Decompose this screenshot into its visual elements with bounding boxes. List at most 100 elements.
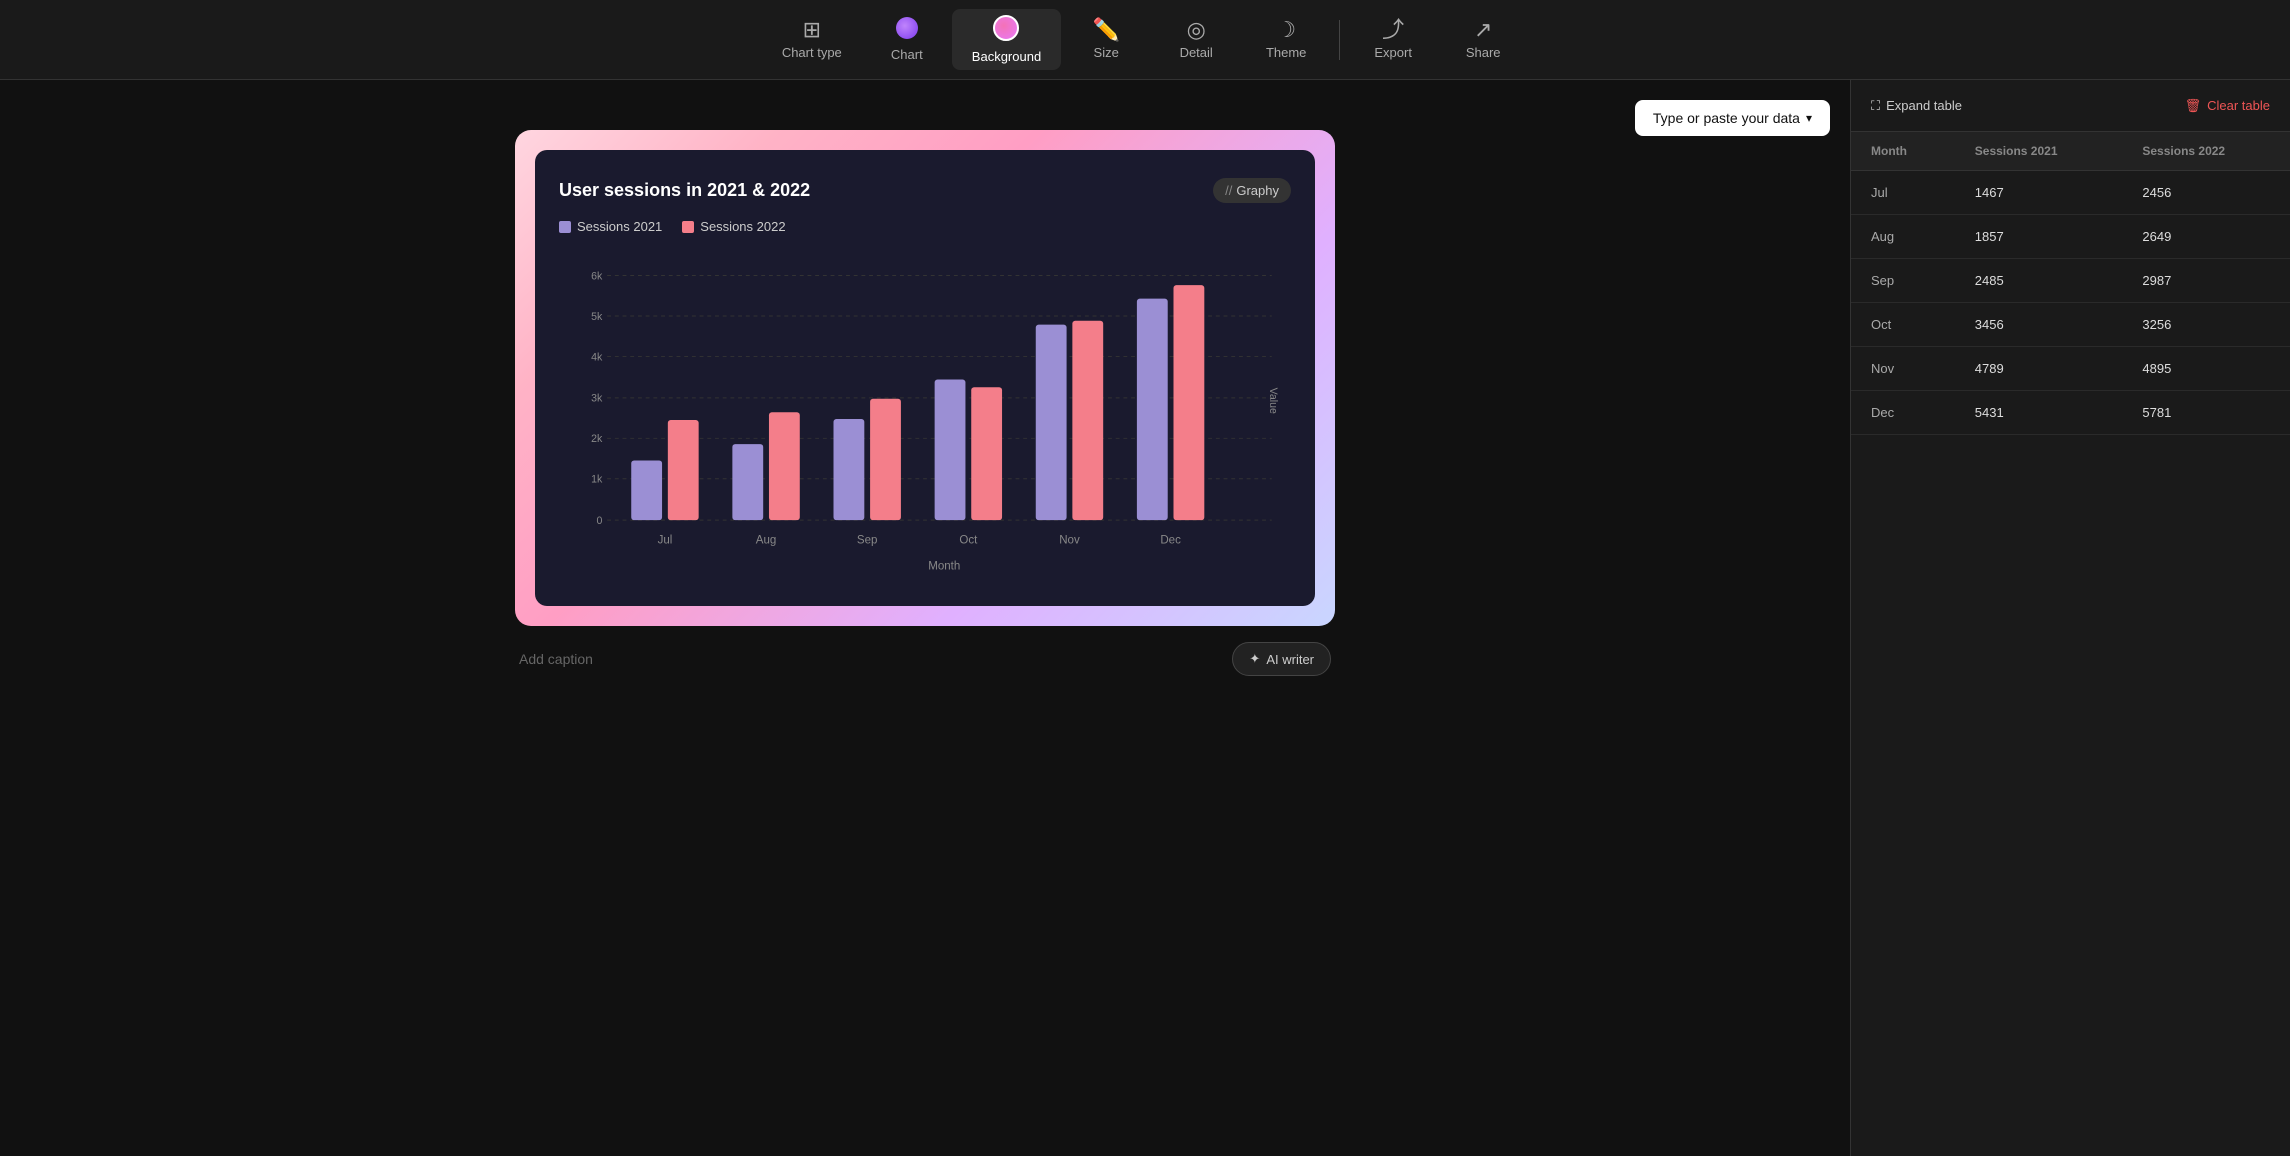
chart-outer-container: User sessions in 2021 & 2022 Graphy Sess… [515,130,1335,626]
toolbar-share-label: Share [1466,45,1501,60]
toolbar-size-label: Size [1094,45,1119,60]
eye-icon: ◎ [1187,19,1206,41]
legend-label-2022: Sessions 2022 [700,219,785,234]
cell-month-2: Sep [1851,259,1955,303]
table-row: Dec 5431 5781 [1851,391,2290,435]
toolbar-theme[interactable]: ☽ Theme [1241,13,1331,66]
x-label-jul: Jul [658,534,673,546]
table-row: Sep 2485 2987 [1851,259,2290,303]
cell-month-1: Aug [1851,215,1955,259]
ai-writer-button[interactable]: ✦ AI writer [1232,642,1331,676]
cell-sessions2021-2: 2485 [1955,259,2123,303]
legend-dot-2021 [559,221,571,233]
bar-oct-2021 [935,380,966,521]
toolbar-theme-label: Theme [1266,45,1306,60]
bar-sep-2021 [834,419,865,520]
table-header-row: Month Sessions 2021 Sessions 2022 [1851,132,2290,171]
cell-month-4: Nov [1851,347,1955,391]
chart-legend: Sessions 2021 Sessions 2022 [559,219,1291,234]
circle-purple-icon [896,17,918,43]
table-row: Nov 4789 4895 [1851,347,2290,391]
col-sessions-2021: Sessions 2021 [1955,132,2123,171]
x-label-aug: Aug [756,534,777,546]
x-label-oct: Oct [959,534,978,546]
bar-aug-2021 [732,444,763,520]
x-label-nov: Nov [1059,534,1080,546]
chart-title: User sessions in 2021 & 2022 [559,180,810,201]
toolbar-chart-type[interactable]: ⊞ Chart type [762,13,862,66]
svg-text:6k: 6k [591,270,603,282]
col-sessions-2022: Sessions 2022 [2122,132,2290,171]
data-table: Month Sessions 2021 Sessions 2022 Jul 14… [1851,132,2290,435]
legend-sessions-2022: Sessions 2022 [682,219,785,234]
main-content: Type or paste your data User sessions in… [0,80,2290,1156]
toolbar-detail-label: Detail [1180,45,1213,60]
right-panel: ⛶ Expand table 🗑 Clear table Month Sessi… [1850,80,2290,1156]
cell-sessions2021-4: 4789 [1955,347,2123,391]
canvas-area: Type or paste your data User sessions in… [0,80,1850,1156]
ai-writer-label: AI writer [1266,652,1314,667]
col-month: Month [1851,132,1955,171]
clear-table-button[interactable]: 🗑 Clear table [2185,98,2270,114]
cell-sessions2022-4: 4895 [2122,347,2290,391]
bar-jul-2022 [668,420,699,520]
toolbar-chart[interactable]: Chart [862,11,952,68]
trash-icon: 🗑 [2185,98,2202,114]
toolbar-background-label: Background [972,49,1041,64]
toolbar-chart-type-label: Chart type [782,45,842,60]
x-label-sep: Sep [857,534,878,546]
cell-month-5: Dec [1851,391,1955,435]
pencil-icon: ✏️ [1092,19,1119,41]
toolbar-export[interactable]: ⤴ Export [1348,13,1438,66]
clear-table-label: Clear table [2207,98,2270,113]
cell-sessions2022-0: 2456 [2122,171,2290,215]
graphy-logo: Graphy [1213,178,1291,203]
toolbar-divider [1339,20,1340,60]
cell-sessions2022-1: 2649 [2122,215,2290,259]
cell-sessions2021-3: 3456 [1955,303,2123,347]
table-row: Oct 3456 3256 [1851,303,2290,347]
bar-aug-2022 [769,412,800,520]
expand-table-button[interactable]: ⛶ Expand table [1871,98,1962,114]
x-label-dec: Dec [1160,534,1181,546]
legend-sessions-2021: Sessions 2021 [559,219,662,234]
table-row: Aug 1857 2649 [1851,215,2290,259]
bar-dec-2021 [1137,299,1168,521]
bar-chart-svg: 6k 5k 4k 3k 2k 1k 0 Value [559,250,1291,590]
x-axis-title: Month [928,560,960,572]
circle-active-icon [993,15,1019,45]
cell-sessions2022-5: 5781 [2122,391,2290,435]
toolbar-size[interactable]: ✏️ Size [1061,13,1151,66]
svg-text:4k: 4k [591,351,603,363]
toolbar-export-label: Export [1374,45,1412,60]
moon-icon: ☽ [1276,19,1296,41]
svg-text:5k: 5k [591,311,603,323]
table-scroll-container[interactable]: Month Sessions 2021 Sessions 2022 Jul 14… [1851,132,2290,1156]
toolbar-share[interactable]: ↗ Share [1438,13,1528,66]
bar-nov-2022 [1072,321,1103,520]
bar-oct-2022 [971,387,1002,520]
caption-placeholder[interactable]: Add caption [519,651,593,667]
toolbar-detail[interactable]: ◎ Detail [1151,13,1241,66]
caption-area: Add caption ✦ AI writer [515,642,1335,676]
bars-icon: ⊞ [803,19,821,41]
cell-month-0: Jul [1851,171,1955,215]
chart-svg-container: 6k 5k 4k 3k 2k 1k 0 Value [559,250,1291,590]
cell-sessions2021-0: 1467 [1955,171,2123,215]
bar-nov-2021 [1036,325,1067,521]
bar-dec-2022 [1173,285,1204,520]
svg-text:2k: 2k [591,433,603,445]
toolbar-background[interactable]: Background [952,9,1061,70]
paste-data-label: Type or paste your data [1653,110,1800,126]
cell-sessions2021-5: 5431 [1955,391,2123,435]
chart-inner-container: User sessions in 2021 & 2022 Graphy Sess… [535,150,1315,606]
svg-text:3k: 3k [591,393,603,405]
paste-data-button[interactable]: Type or paste your data [1635,100,1830,136]
cell-month-3: Oct [1851,303,1955,347]
toolbar-chart-label: Chart [891,47,923,62]
table-row: Jul 1467 2456 [1851,171,2290,215]
bar-sep-2022 [870,399,901,520]
table-toolbar: ⛶ Expand table 🗑 Clear table [1851,80,2290,132]
expand-table-label: Expand table [1886,98,1962,113]
bar-jul-2021 [631,460,662,520]
